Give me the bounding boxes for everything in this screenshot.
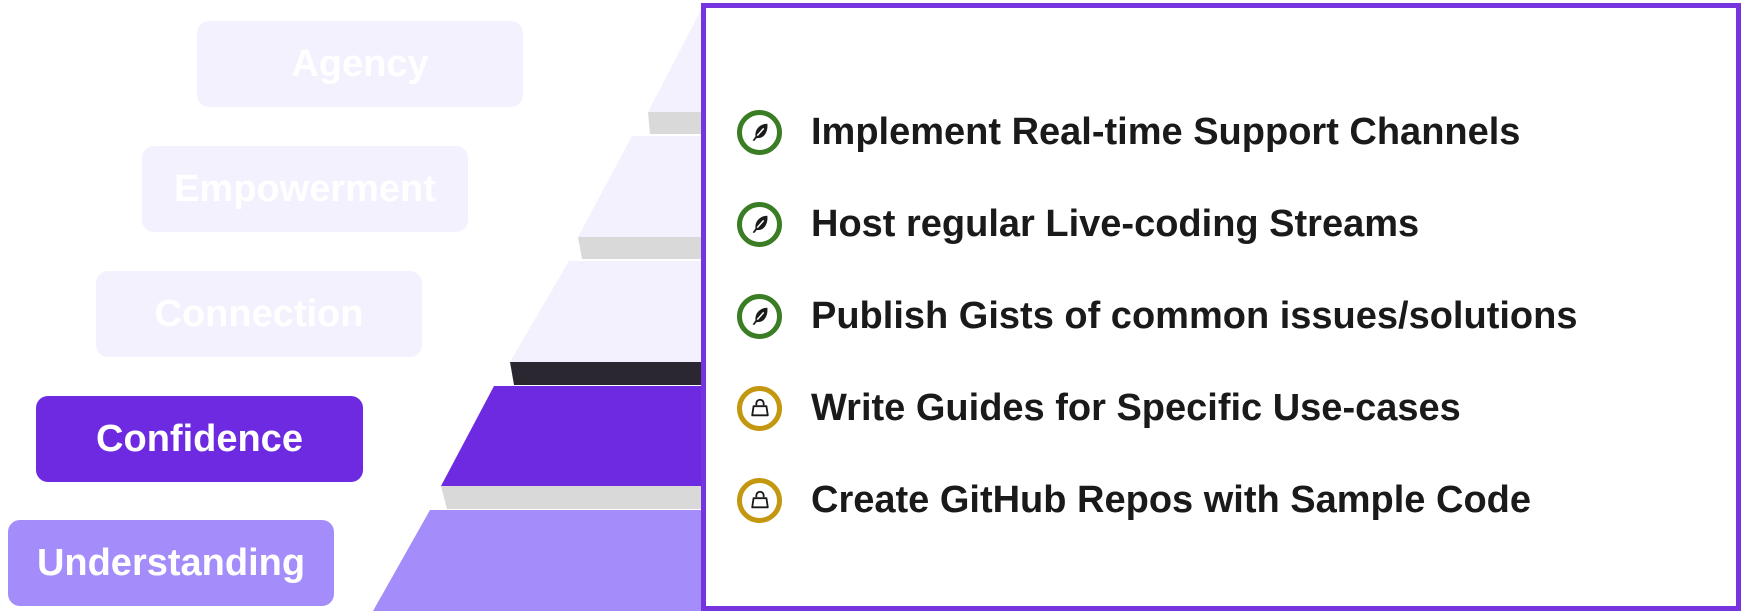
bag-icon bbox=[737, 477, 782, 523]
bag-icon bbox=[737, 385, 782, 431]
level-label-connection: Connection bbox=[96, 271, 422, 357]
pyramid-tier-connection bbox=[510, 261, 701, 362]
item-text: Host regular Live-coding Streams bbox=[811, 202, 1420, 245]
pyramid-tier-confidence-side bbox=[441, 486, 701, 509]
item-text: Publish Gists of common issues/solutions bbox=[811, 294, 1578, 337]
pyramid-tier-confidence bbox=[441, 386, 701, 486]
list-item: Write Guides for Specific Use-cases bbox=[737, 378, 1461, 438]
pyramid-tier-agency-side bbox=[648, 112, 701, 134]
list-item: Host regular Live-coding Streams bbox=[737, 194, 1419, 254]
level-label-empowerment: Empowerment bbox=[142, 146, 468, 232]
action-items-panel: Implement Real-time Support Channels Hos… bbox=[701, 3, 1741, 611]
item-text: Write Guides for Specific Use-cases bbox=[811, 386, 1461, 429]
list-item: Publish Gists of common issues/solutions bbox=[737, 286, 1577, 346]
list-item: Implement Real-time Support Channels bbox=[737, 102, 1520, 162]
feather-icon bbox=[737, 293, 782, 339]
pyramid-tier-empowerment-side bbox=[578, 237, 701, 259]
item-text: Create GitHub Repos with Sample Code bbox=[811, 478, 1531, 521]
level-label-confidence: Confidence bbox=[36, 396, 363, 482]
feather-icon bbox=[737, 109, 782, 155]
pyramid-tier-understanding bbox=[373, 510, 701, 611]
feather-icon bbox=[737, 201, 782, 247]
item-text: Implement Real-time Support Channels bbox=[811, 110, 1521, 153]
pyramid-tier-connection-side bbox=[510, 362, 701, 385]
level-label-agency: Agency bbox=[197, 21, 523, 107]
level-label-understanding: Understanding bbox=[8, 520, 334, 606]
pyramid-tier-empowerment bbox=[578, 136, 701, 237]
pyramid-tier-agency bbox=[648, 10, 701, 112]
list-item: Create GitHub Repos with Sample Code bbox=[737, 470, 1531, 530]
